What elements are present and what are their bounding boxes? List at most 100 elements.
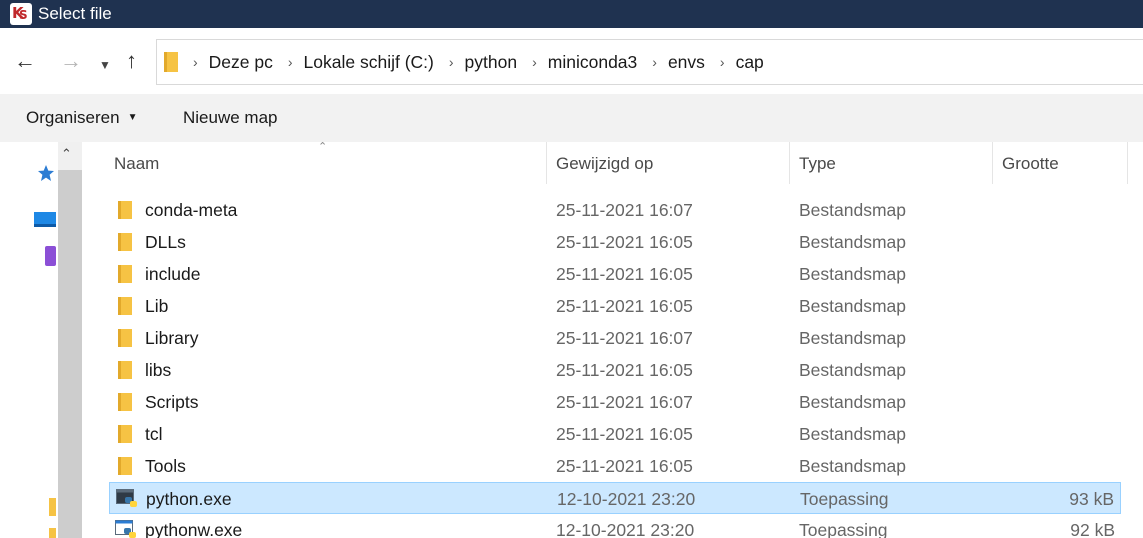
cell-size: 92 kB xyxy=(1070,520,1115,538)
organize-label: Organiseren xyxy=(26,108,120,127)
table-row[interactable]: include 25-11-2021 16:05 Bestandsmap xyxy=(109,258,1121,290)
cell-modified: 25-11-2021 16:07 xyxy=(556,392,693,412)
cell-name: tcl xyxy=(145,424,163,444)
new-folder-button[interactable]: Nieuwe map xyxy=(183,108,278,128)
cell-name: conda-meta xyxy=(145,200,238,220)
sort-ascending-icon: ⌃ xyxy=(318,141,328,153)
cell-type: Bestandsmap xyxy=(799,232,907,252)
address-bar[interactable]: › Deze pc › Lokale schijf (C:) › python › minic… xyxy=(156,39,1143,85)
title-bar: KS Select file xyxy=(0,0,1143,28)
cell-modified: 25-11-2021 16:05 xyxy=(556,264,693,284)
cell-type: Bestandsmap xyxy=(799,424,907,444)
cell-type: Bestandsmap xyxy=(799,360,907,380)
chevron-right-icon[interactable]: › xyxy=(652,54,657,70)
cell-type: Bestandsmap xyxy=(799,328,907,348)
cell-modified: 25-11-2021 16:05 xyxy=(556,360,693,380)
table-row[interactable]: Lib 25-11-2021 16:05 Bestandsmap xyxy=(109,290,1121,322)
python-window-icon xyxy=(115,520,136,538)
folder-icon xyxy=(164,52,178,72)
table-row[interactable]: tcl 25-11-2021 16:05 Bestandsmap xyxy=(109,418,1121,450)
cell-size: 93 kB xyxy=(1069,489,1114,509)
caret-down-icon: ▼ xyxy=(127,112,138,123)
column-divider[interactable] xyxy=(1127,142,1128,184)
cell-modified: 12-10-2021 23:20 xyxy=(556,520,695,538)
column-divider[interactable] xyxy=(789,142,790,184)
cell-name: DLLs xyxy=(145,232,186,252)
breadcrumb-label: Deze pc xyxy=(208,51,273,72)
command-bar: Organiseren ▼ Nieuwe map xyxy=(0,94,1143,142)
cell-modified: 25-11-2021 16:05 xyxy=(556,296,693,316)
cell-name: Tools xyxy=(145,456,186,476)
chevron-right-icon[interactable]: › xyxy=(288,54,293,70)
breadcrumb-label: Lokale schijf (C:) xyxy=(303,51,434,72)
cell-modified: 12-10-2021 23:20 xyxy=(557,489,696,509)
folder-icon xyxy=(118,265,132,283)
folder-icon xyxy=(118,201,132,219)
breadcrumb-segment[interactable]: › Lokale schijf (C:) xyxy=(273,52,434,73)
column-type[interactable]: Type xyxy=(799,154,836,174)
app-logo-icon: KS xyxy=(10,3,32,25)
table-row[interactable]: DLLs 25-11-2021 16:05 Bestandsmap xyxy=(109,226,1121,258)
up-arrow-icon[interactable]: ↑ xyxy=(126,50,137,72)
folder-icon xyxy=(118,457,132,475)
breadcrumb-label: cap xyxy=(735,51,764,72)
column-size[interactable]: Grootte xyxy=(1002,154,1059,174)
cell-type: Bestandsmap xyxy=(799,296,907,316)
breadcrumb-segment[interactable]: › envs xyxy=(637,52,705,73)
cell-name: python.exe xyxy=(146,489,232,509)
folder-icon xyxy=(118,329,132,347)
this-pc-monitor-icon[interactable] xyxy=(34,212,56,227)
cell-name: pythonw.exe xyxy=(145,520,243,538)
cell-type: Bestandsmap xyxy=(799,456,907,476)
back-arrow-icon[interactable]: ← xyxy=(14,50,36,72)
organize-menu-button[interactable]: Organiseren ▼ xyxy=(26,108,137,128)
table-row[interactable]: python.exe 12-10-2021 23:20 Toepassing 93 k… xyxy=(109,482,1121,514)
library-icon[interactable] xyxy=(45,246,56,266)
cell-modified: 25-11-2021 16:07 xyxy=(556,328,693,348)
folder-icon[interactable] xyxy=(49,498,56,516)
column-divider[interactable] xyxy=(992,142,993,184)
breadcrumb-label: miniconda3 xyxy=(547,51,638,72)
folder-icon xyxy=(118,361,132,379)
cell-modified: 25-11-2021 16:05 xyxy=(556,456,693,476)
nav-pane-scroll-thumb[interactable] xyxy=(58,170,82,538)
table-row[interactable]: pythonw.exe 12-10-2021 23:20 Toepassing 92 … xyxy=(109,514,1121,538)
folder-icon xyxy=(118,297,132,315)
table-row[interactable]: Scripts 25-11-2021 16:07 Bestandsmap xyxy=(109,386,1121,418)
breadcrumb-segment[interactable]: › miniconda3 xyxy=(517,52,637,73)
recent-locations-chevron-icon[interactable]: ▼ xyxy=(99,54,111,76)
table-row[interactable]: Tools 25-11-2021 16:05 Bestandsmap xyxy=(109,450,1121,482)
cell-name: libs xyxy=(145,360,172,380)
file-list: ⌃ Naam Gewijzigd op Type Grootte conda-m… xyxy=(82,141,1143,538)
breadcrumb-segment[interactable]: › cap xyxy=(705,52,764,73)
column-name[interactable]: Naam xyxy=(114,154,159,174)
breadcrumb-label: python xyxy=(464,51,518,72)
column-divider[interactable] xyxy=(546,142,547,184)
python-console-icon xyxy=(116,489,137,507)
navigation-bar: ← → ▼ ↑ › Deze pc › Lokale schijf (C:) › pyth… xyxy=(0,28,1143,94)
scroll-up-chevron-icon[interactable]: ⌃ xyxy=(61,146,72,162)
cell-modified: 25-11-2021 16:05 xyxy=(556,424,693,444)
cell-modified: 25-11-2021 16:05 xyxy=(556,232,693,252)
cell-name: Library xyxy=(145,328,199,348)
cell-name: Lib xyxy=(145,296,169,316)
chevron-right-icon[interactable]: › xyxy=(193,54,198,70)
table-row[interactable]: conda-meta 25-11-2021 16:07 Bestandsmap xyxy=(109,194,1121,226)
cell-type: Toepassing xyxy=(800,489,889,509)
breadcrumb-label: envs xyxy=(667,51,705,72)
quick-access-star-icon[interactable] xyxy=(37,164,55,182)
chevron-right-icon[interactable]: › xyxy=(532,54,537,70)
table-row[interactable]: libs 25-11-2021 16:05 Bestandsmap xyxy=(109,354,1121,386)
column-header: ⌃ Naam Gewijzigd op Type Grootte xyxy=(82,141,1143,186)
chevron-right-icon[interactable]: › xyxy=(720,54,725,70)
forward-arrow-icon[interactable]: → xyxy=(60,50,82,72)
table-row[interactable]: Library 25-11-2021 16:07 Bestandsmap xyxy=(109,322,1121,354)
breadcrumb-segment[interactable]: › Deze pc xyxy=(178,52,273,73)
cell-modified: 25-11-2021 16:07 xyxy=(556,200,693,220)
cell-name: include xyxy=(145,264,201,284)
column-modified[interactable]: Gewijzigd op xyxy=(556,154,653,174)
breadcrumb-segment[interactable]: › python xyxy=(434,52,517,73)
chevron-right-icon[interactable]: › xyxy=(449,54,454,70)
breadcrumb: › Deze pc › Lokale schijf (C:) › python › minic… xyxy=(178,52,764,73)
folder-icon[interactable] xyxy=(49,528,56,538)
